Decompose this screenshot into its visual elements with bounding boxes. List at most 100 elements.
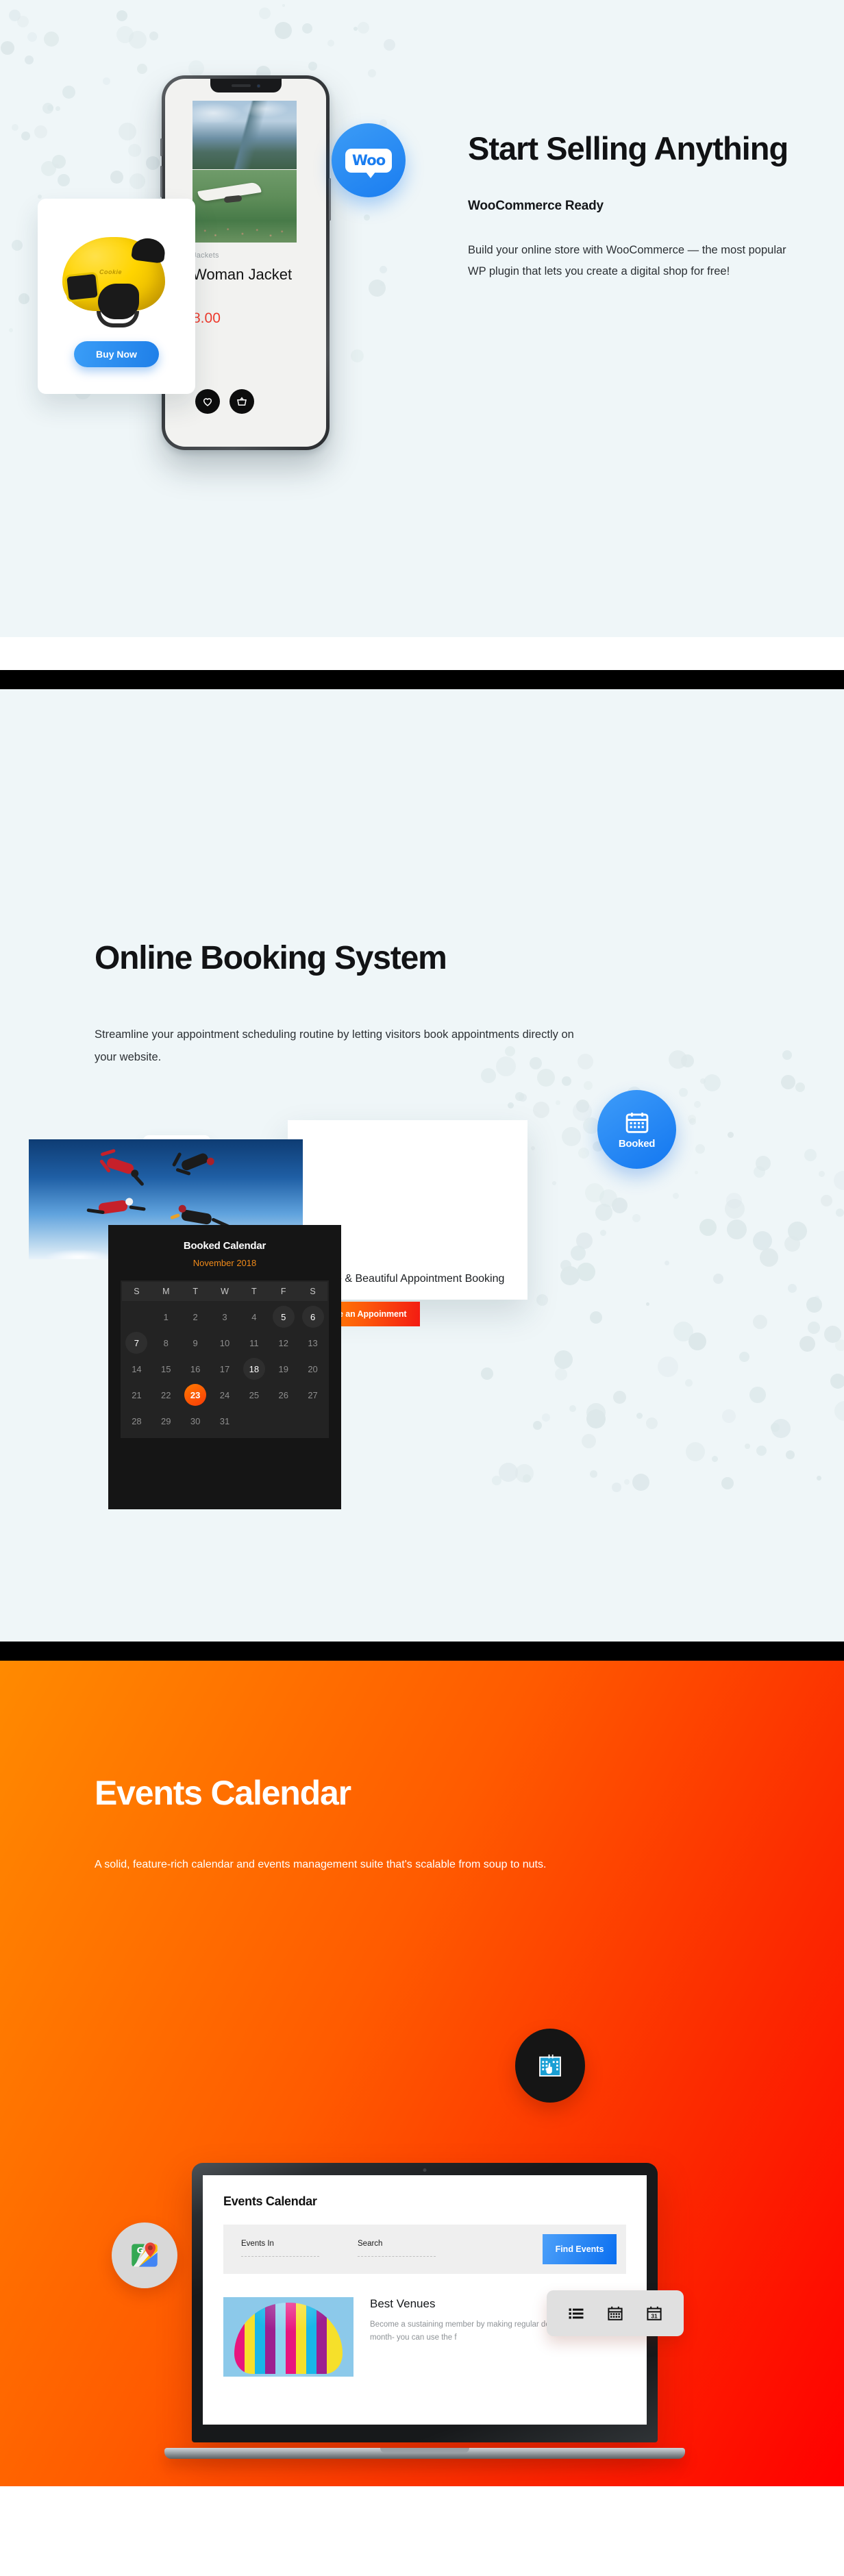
month-view-button[interactable] — [605, 2303, 625, 2324]
calendar-month-label: November 2018 — [121, 1258, 329, 1268]
product-price: 8.00 — [193, 310, 221, 327]
calendar-grid: SMTWTFS 1 2 3 4 5 6 7 8 9 10 11 12 13 14 15 16 17 18 19 20 2… — [121, 1280, 329, 1438]
month-view-icon — [607, 2305, 623, 2322]
calendar-day[interactable]: 17 — [210, 1356, 240, 1382]
calendar-day[interactable]: 11 — [239, 1330, 269, 1356]
calendar-day[interactable]: 20 — [298, 1356, 327, 1382]
calendar-title: Booked Calendar — [121, 1240, 329, 1252]
helmet-image: Cookie — [58, 230, 175, 333]
list-view-button[interactable] — [566, 2303, 586, 2324]
day-view-button[interactable]: 31 — [644, 2303, 665, 2324]
product-photo-mountains — [193, 101, 297, 169]
calendar-day[interactable]: 14 — [122, 1356, 151, 1382]
calendar-day[interactable]: 21 — [122, 1382, 151, 1408]
page-footer-space — [0, 2486, 844, 2576]
booked-badge: Booked — [597, 1090, 676, 1169]
calendar-day[interactable]: 26 — [269, 1382, 298, 1408]
booked-calendar-widget: Booked Calendar November 2018 SMTWTFS 12… — [108, 1225, 341, 1509]
parachute-canopy — [234, 2303, 343, 2374]
calendar-day[interactable]: 9 — [181, 1330, 210, 1356]
calendar-day[interactable]: 5 — [269, 1304, 298, 1330]
woo-copy-block: Start Selling Anything WooCommerce Ready… — [468, 130, 790, 282]
calendar-weekday: M — [151, 1282, 181, 1301]
calendar-day[interactable]: 19 — [269, 1356, 298, 1382]
woo-subheading: WooCommerce Ready — [468, 199, 790, 214]
google-maps-icon: G — [127, 2238, 162, 2272]
events-filter-bar: Events In Search Find Events — [223, 2225, 626, 2274]
calendar-day[interactable]: 29 — [151, 1408, 181, 1434]
woo-logo-icon: Woo — [345, 149, 392, 173]
calendar-day[interactable]: 6 — [298, 1304, 327, 1330]
calendar-day[interactable]: 25 — [239, 1382, 269, 1408]
calendar-day[interactable]: 28 — [122, 1408, 151, 1434]
calendar-weekday-header: SMTWTFS — [122, 1282, 327, 1301]
cart-button[interactable] — [229, 389, 254, 414]
woocommerce-badge: Woo — [332, 123, 406, 197]
calendar-day[interactable]: 31 — [210, 1408, 240, 1434]
events-heading: Events Calendar — [95, 1774, 656, 1812]
wishlist-button[interactable] — [195, 389, 220, 414]
events-in-field[interactable]: Events In — [241, 2240, 319, 2257]
calendar-day[interactable]: 27 — [298, 1382, 327, 1408]
calendar-weekday: W — [210, 1282, 240, 1301]
booking-body-text: Streamline your appointment scheduling r… — [95, 1024, 574, 1069]
booking-heading: Online Booking System — [95, 934, 574, 982]
helmet-brand-label: Cookie — [99, 269, 122, 275]
search-field[interactable]: Search — [358, 2240, 436, 2257]
calendar-day[interactable]: 30 — [181, 1408, 210, 1434]
find-events-button[interactable]: Find Events — [543, 2234, 617, 2264]
product-category: Jackets — [193, 251, 219, 260]
helmet-side-plate — [66, 273, 97, 299]
calendar-blank-cell — [122, 1304, 151, 1330]
product-actions — [195, 389, 254, 414]
calendar-weekday: F — [269, 1282, 298, 1301]
events-copy-block: Events Calendar A solid, feature-rich ca… — [95, 1774, 656, 1877]
helmet-chin-strap — [97, 311, 139, 327]
calendar-icon — [624, 1110, 650, 1136]
product-title: Woman Jacket — [193, 265, 292, 284]
calendar-day[interactable]: 10 — [210, 1330, 240, 1356]
calendar-day[interactable]: 12 — [269, 1330, 298, 1356]
events-in-label: Events In — [241, 2240, 319, 2248]
calendar-day[interactable]: 2 — [181, 1304, 210, 1330]
calendar-day[interactable]: 3 — [210, 1304, 240, 1330]
events-section: Events Calendar A solid, feature-rich ca… — [0, 1661, 844, 2486]
svg-text:G: G — [137, 2245, 144, 2255]
calendar-weekday: T — [181, 1282, 210, 1301]
svg-text:31: 31 — [651, 2312, 658, 2319]
buy-now-button[interactable]: Buy Now — [74, 341, 159, 367]
calendar-day[interactable]: 18 — [239, 1356, 269, 1382]
day-view-icon: 31 — [646, 2305, 662, 2322]
spacer-white-1 — [0, 637, 844, 670]
laptop-base — [164, 2448, 685, 2459]
calendar-day[interactable]: 23 — [181, 1382, 210, 1408]
calendar-day[interactable]: 8 — [151, 1330, 181, 1356]
speaker-grill — [232, 84, 251, 87]
events-in-input[interactable] — [241, 2256, 319, 2257]
woo-heading: Start Selling Anything — [468, 130, 790, 167]
calendar-day[interactable]: 7 — [122, 1330, 151, 1356]
search-label: Search — [358, 2240, 436, 2248]
calendar-day[interactable]: 1 — [151, 1304, 181, 1330]
calendar-day[interactable]: 22 — [151, 1382, 181, 1408]
section-divider-1 — [0, 670, 844, 689]
search-input[interactable] — [358, 2256, 436, 2257]
calendar-day[interactable]: 16 — [181, 1356, 210, 1382]
calendar-day[interactable]: 15 — [151, 1356, 181, 1382]
calendar-weekday: S — [122, 1282, 151, 1301]
calendar-day[interactable]: 24 — [210, 1382, 240, 1408]
calendar-day[interactable]: 13 — [298, 1330, 327, 1356]
calendar-day-cells[interactable]: 1 2 3 4 5 6 7 8 9 10 11 12 13 14 15 16 17 18 19 20 21 22 23 24 2… — [122, 1301, 327, 1434]
booking-copy-block: Online Booking System Streamline your ap… — [95, 934, 574, 1069]
phone-volume-up — [160, 166, 162, 197]
woo-body-text: Build your online store with WooCommerce… — [468, 240, 790, 282]
events-calendar-badge — [515, 2029, 585, 2103]
product-photo-glider — [193, 170, 297, 243]
google-maps-badge: G — [112, 2222, 177, 2288]
calendar-view-toggle[interactable]: 31 — [547, 2290, 684, 2336]
booked-badge-label: Booked — [619, 1138, 655, 1150]
phone-notch — [210, 79, 282, 92]
calendar-weekday: S — [298, 1282, 327, 1301]
screen-page-title: Events Calendar — [223, 2194, 317, 2209]
calendar-day[interactable]: 4 — [239, 1304, 269, 1330]
